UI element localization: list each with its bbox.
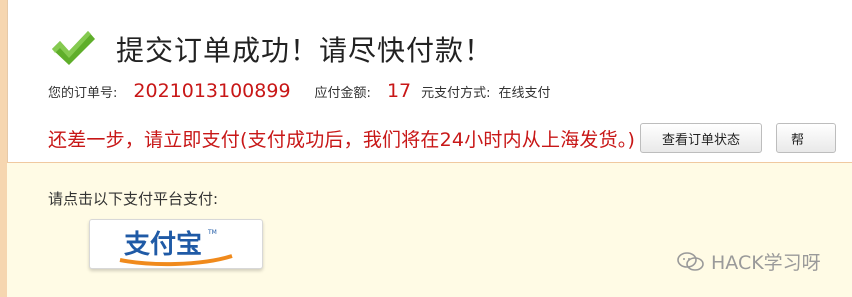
payment-method-label: 元支付方式:: [421, 86, 491, 101]
pay-reminder-text: 还差一步，请立即支付(支付成功后，我们将在24小时内从上海发货。): [48, 129, 636, 151]
title-row: 提交订单成功！请尽快付款！: [48, 24, 493, 74]
amount-label: 应付金额:: [314, 86, 371, 101]
payment-platform-box: 请点击以下支付平台支付: 支付宝 TM HACK学习呀: [7, 162, 852, 297]
checkmark-icon: [52, 31, 95, 65]
alipay-button[interactable]: 支付宝 TM: [89, 219, 263, 269]
watermark-text: HACK学习呀: [711, 252, 821, 274]
order-number: 2021013100899: [133, 80, 291, 102]
amount-value: 17: [386, 80, 412, 102]
payment-platform-label: 请点击以下支付平台支付:: [48, 190, 219, 208]
help-button[interactable]: 帮: [776, 123, 836, 153]
alipay-logo-text: 支付宝: [124, 229, 202, 260]
wechat-icon: [677, 251, 704, 271]
page-title: 提交订单成功！请尽快付款！: [116, 34, 494, 67]
check-order-status-button[interactable]: 查看订单状态: [640, 123, 762, 153]
payment-method-value: 在线支付: [498, 86, 551, 101]
alipay-trademark: TM: [207, 229, 217, 236]
order-number-label: 您的订单号:: [48, 86, 118, 101]
alipay-logo: 支付宝 TM: [119, 229, 233, 267]
watermark: HACK学习呀: [677, 248, 821, 275]
order-info-row: 您的订单号: 2021013100899 应付金额: 17 元支付方式: 在线支…: [48, 80, 551, 102]
next-step-row: 还差一步，请立即支付(支付成功后，我们将在24小时内从上海发货。): [48, 125, 635, 152]
